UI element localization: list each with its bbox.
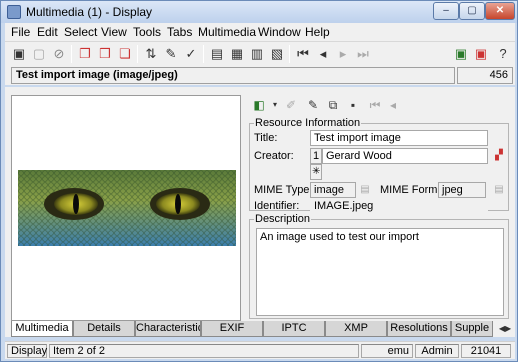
- new-record-icon[interactable]: ▣: [11, 46, 27, 62]
- next-record-icon[interactable]: ▸: [335, 46, 351, 62]
- report-icon[interactable]: ▧: [269, 46, 285, 62]
- title-bar[interactable]: Multimedia (1) - Display – ▢ ✕: [1, 1, 517, 23]
- menu-tools[interactable]: Tools: [133, 25, 161, 39]
- window-title: Multimedia (1) - Display: [26, 5, 153, 19]
- help-icon[interactable]: ?: [495, 46, 511, 62]
- app-icon: [7, 5, 21, 19]
- toolbar-separator: [289, 45, 290, 63]
- grid-view-icon[interactable]: ▦: [229, 46, 245, 62]
- creator-new-row-icon[interactable]: ✳: [310, 164, 322, 180]
- tab-details[interactable]: Details: [73, 321, 135, 337]
- delete-icon[interactable]: ❏: [117, 46, 133, 62]
- menu-tabs[interactable]: Tabs: [167, 25, 192, 39]
- tab-strip: Multimedia Details Characteristics EXIF …: [5, 321, 515, 337]
- tab-characteristics[interactable]: Characteristics: [135, 321, 201, 337]
- tab-resolutions[interactable]: Resolutions: [387, 321, 451, 337]
- resource-information-label: Resource Information: [254, 117, 362, 129]
- description-label: Description: [254, 213, 312, 225]
- edit-icon[interactable]: ✎: [163, 46, 179, 62]
- first-record-icon[interactable]: ⏮: [295, 46, 311, 62]
- save-resource-icon[interactable]: ▪: [345, 97, 361, 113]
- creator-index: 1: [310, 148, 322, 164]
- toolbar: ▣ ▢ ⊘ ❐ ❒ ❏ ⇅ ✎ ✓ ▤ ▦ ▥ ▧ ⏮ ◂ ▸ ⏭ ▣ ▣ ?: [5, 41, 515, 65]
- mime-type-field[interactable]: image: [310, 182, 356, 198]
- minimize-button[interactable]: –: [433, 2, 459, 20]
- mime-type-label: MIME Type:: [254, 184, 313, 196]
- cancel-icon[interactable]: ⊘: [51, 46, 67, 62]
- window: Multimedia (1) - Display – ▢ ✕ File Edit…: [0, 0, 518, 362]
- last-record-icon[interactable]: ⏭: [355, 46, 371, 62]
- description-textarea[interactable]: An image used to test our import: [256, 228, 504, 316]
- maximize-button[interactable]: ▢: [459, 2, 485, 20]
- status-role: Admin: [415, 344, 459, 358]
- tab-exif[interactable]: EXIF: [201, 321, 263, 337]
- attach-icon[interactable]: ▣: [453, 46, 469, 62]
- erase-icon[interactable]: ✐: [283, 97, 299, 113]
- status-user: emu: [361, 344, 413, 358]
- status-count: 21041: [461, 344, 511, 358]
- insert-icon[interactable]: ◧: [251, 97, 267, 113]
- page-view-icon[interactable]: ▥: [249, 46, 265, 62]
- mime-format-lookup-icon[interactable]: ▤: [492, 182, 506, 198]
- main-area: ◧ ▾ ✐ ✎ ⧉ ▪ ⏮ ◂ Resource Information Tit…: [5, 87, 515, 321]
- status-mode: Display: [7, 344, 47, 358]
- resource-information-group: Resource Information Title: Test import …: [249, 117, 509, 214]
- menu-file[interactable]: File: [11, 25, 30, 39]
- record-title: Test import image (image/jpeg): [11, 67, 455, 84]
- tab-iptc[interactable]: IPTC: [263, 321, 325, 337]
- reptile-eyes-image: [18, 170, 236, 246]
- save-icon[interactable]: ▢: [31, 46, 47, 62]
- menu-edit[interactable]: Edit: [37, 25, 58, 39]
- previous-resource-icon[interactable]: ◂: [385, 97, 401, 113]
- status-bar: Display Item 2 of 2 emu Admin 21041: [5, 341, 515, 359]
- view-icon[interactable]: ⧉: [325, 97, 341, 113]
- record-number: 456: [457, 67, 513, 84]
- mime-format-field[interactable]: jpeg: [438, 182, 486, 198]
- identifier-label: Identifier:: [254, 200, 300, 212]
- tab-supplementary[interactable]: Supple: [451, 321, 493, 337]
- identifier-field: IMAGE.jpeg: [310, 198, 488, 214]
- mime-type-lookup-icon[interactable]: ▤: [358, 182, 372, 198]
- menu-bar: File Edit Select View Tools Tabs Multime…: [5, 23, 515, 41]
- creator-label: Creator:: [254, 150, 294, 162]
- menu-help[interactable]: Help: [305, 25, 330, 39]
- menu-window[interactable]: Window: [258, 25, 301, 39]
- insert-dropdown-icon[interactable]: ▾: [267, 97, 283, 113]
- image-preview-pane[interactable]: [11, 95, 241, 321]
- toolbar-separator: [71, 45, 72, 63]
- close-button[interactable]: ✕: [485, 2, 515, 20]
- resource-toolbar: ◧ ▾ ✐ ✎ ⧉ ▪ ⏮ ◂: [247, 95, 509, 115]
- properties-icon[interactable]: ✎: [305, 97, 321, 113]
- menu-multimedia[interactable]: Multimedia: [198, 25, 256, 39]
- previous-record-icon[interactable]: ◂: [315, 46, 331, 62]
- title-field[interactable]: Test import image: [310, 130, 488, 146]
- creator-field[interactable]: Gerard Wood: [322, 148, 488, 164]
- description-group: Description An image used to test our im…: [249, 213, 509, 319]
- record-bar: Test import image (image/jpeg) 456: [5, 65, 515, 85]
- status-item: Item 2 of 2: [49, 344, 359, 358]
- creator-lookup-icon[interactable]: ▞: [492, 148, 506, 164]
- sort-icon[interactable]: ⇅: [143, 46, 159, 62]
- list-view-icon[interactable]: ▤: [209, 46, 225, 62]
- title-label: Title:: [254, 132, 278, 144]
- duplicate-icon[interactable]: ❒: [97, 46, 113, 62]
- menu-select[interactable]: Select: [64, 25, 97, 39]
- spellcheck-icon[interactable]: ✓: [183, 46, 199, 62]
- tab-multimedia[interactable]: Multimedia: [11, 321, 73, 337]
- toolbar-separator: [137, 45, 138, 63]
- menu-view[interactable]: View: [101, 25, 127, 39]
- tab-scroll-arrows[interactable]: ◀▶: [495, 322, 515, 336]
- copy-icon[interactable]: ❐: [77, 46, 93, 62]
- toolbar-separator: [203, 45, 204, 63]
- first-resource-icon[interactable]: ⏮: [367, 97, 383, 113]
- detach-icon[interactable]: ▣: [473, 46, 489, 62]
- tab-xmp[interactable]: XMP: [325, 321, 387, 337]
